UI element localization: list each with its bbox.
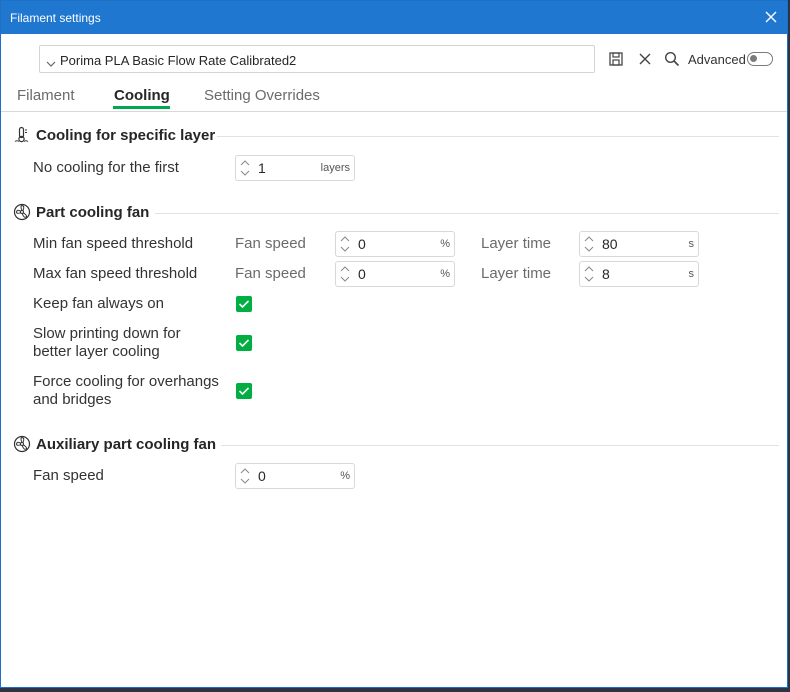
force-cooling-label-line2: and bridges xyxy=(33,391,112,408)
thermometer-icon xyxy=(13,126,31,144)
input-value: 0 xyxy=(358,266,366,282)
layer-time-label: Layer time xyxy=(481,235,552,252)
min-fan-speed-input[interactable]: 0 % xyxy=(335,231,455,257)
section-divider xyxy=(217,136,779,137)
delete-icon[interactable] xyxy=(637,51,653,67)
tab-bar: Filament Cooling Setting Overrides xyxy=(1,81,787,112)
force-cooling-checkbox[interactable] xyxy=(236,383,252,399)
tab-filament[interactable]: Filament xyxy=(17,87,75,104)
toggle-knob xyxy=(750,55,757,62)
spin-arrows-icon[interactable] xyxy=(338,264,352,284)
spin-arrows-icon[interactable] xyxy=(238,466,252,486)
fan-icon xyxy=(13,203,31,221)
slow-printing-checkbox[interactable] xyxy=(236,335,252,351)
unit-label: s xyxy=(688,268,695,280)
active-tab-indicator xyxy=(113,106,170,109)
section-title: Cooling for specific layer xyxy=(36,127,216,144)
slow-printing-label-line2: better layer cooling xyxy=(33,343,160,360)
spin-arrows-icon[interactable] xyxy=(238,158,252,178)
search-icon[interactable] xyxy=(664,51,680,67)
unit-label: s xyxy=(688,238,695,250)
save-icon[interactable] xyxy=(608,51,624,67)
keep-fan-on-label: Keep fan always on xyxy=(33,295,164,312)
window-title: Filament settings xyxy=(10,11,101,25)
input-value: 0 xyxy=(258,468,266,484)
force-cooling-label-line1: Force cooling for overhangs xyxy=(33,373,219,390)
fan-speed-label: Fan speed xyxy=(235,235,306,252)
spin-arrows-icon[interactable] xyxy=(582,264,596,284)
section-divider xyxy=(155,213,779,214)
input-value: 80 xyxy=(602,236,618,252)
chevron-down-icon xyxy=(46,55,56,73)
aux-fan-speed-input[interactable]: 0 % xyxy=(235,463,355,489)
advanced-label: Advanced xyxy=(688,52,746,67)
preset-name: Porima PLA Basic Flow Rate Calibrated2 xyxy=(60,53,297,68)
min-layer-time-input[interactable]: 80 s xyxy=(579,231,699,257)
input-value: 0 xyxy=(358,236,366,252)
title-bar: Filament settings xyxy=(1,1,787,34)
max-fan-speed-input[interactable]: 0 % xyxy=(335,261,455,287)
close-icon[interactable] xyxy=(761,7,781,27)
keep-fan-on-checkbox[interactable] xyxy=(236,296,252,312)
unit-label: % xyxy=(440,238,450,250)
preset-selector[interactable]: Porima PLA Basic Flow Rate Calibrated2 xyxy=(39,45,595,73)
advanced-toggle[interactable] xyxy=(747,52,773,66)
max-fan-threshold-label: Max fan speed threshold xyxy=(33,265,198,282)
section-title: Part cooling fan xyxy=(36,204,150,221)
fan-icon xyxy=(13,435,31,453)
layer-time-label: Layer time xyxy=(481,265,552,282)
slow-printing-label-line1: Slow printing down for xyxy=(33,325,181,342)
spin-arrows-icon[interactable] xyxy=(338,234,352,254)
section-divider xyxy=(221,445,779,446)
tab-setting-overrides[interactable]: Setting Overrides xyxy=(204,87,320,104)
unit-label: layers xyxy=(320,162,350,174)
max-layer-time-input[interactable]: 8 s xyxy=(579,261,699,287)
input-value: 8 xyxy=(602,266,610,282)
filament-settings-dialog: Filament settings Porima PLA Basic Flow … xyxy=(0,0,788,688)
unit-label: % xyxy=(440,268,450,280)
tab-cooling[interactable]: Cooling xyxy=(114,87,170,104)
fan-speed-label: Fan speed xyxy=(235,265,306,282)
aux-fan-speed-label: Fan speed xyxy=(33,467,104,484)
input-value: 1 xyxy=(258,160,266,176)
section-title: Auxiliary part cooling fan xyxy=(36,436,217,453)
no-cooling-layers-input[interactable]: 1 layers xyxy=(235,155,355,181)
unit-label: % xyxy=(340,470,350,482)
min-fan-threshold-label: Min fan speed threshold xyxy=(33,235,194,252)
no-cooling-label: No cooling for the first xyxy=(33,159,179,176)
spin-arrows-icon[interactable] xyxy=(582,234,596,254)
